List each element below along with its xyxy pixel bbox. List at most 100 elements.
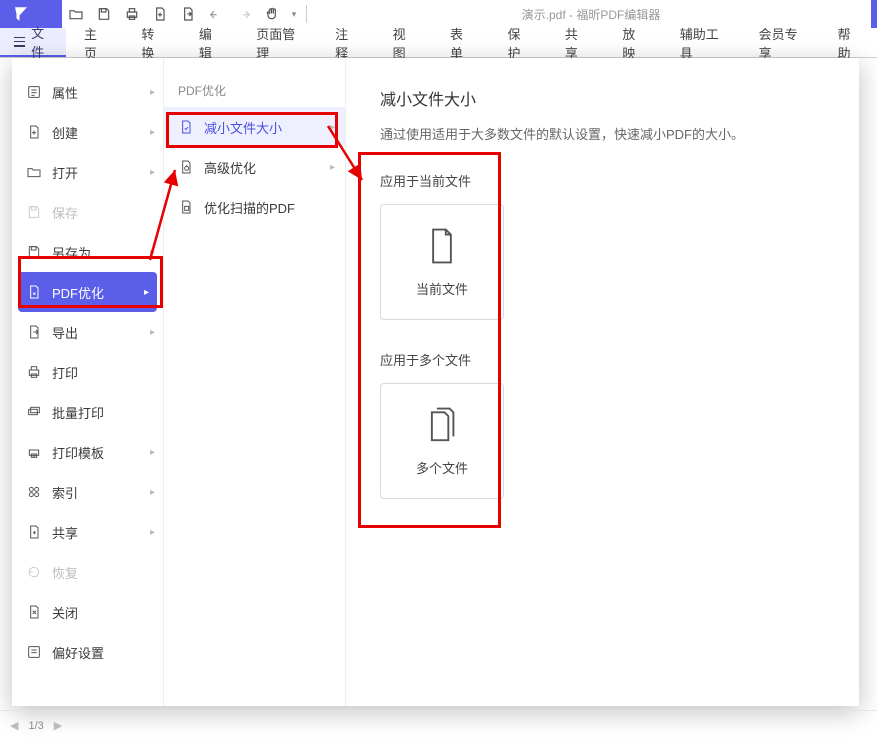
tab-help[interactable]: 帮助 [820,28,877,57]
save-as-icon [26,244,42,260]
tab-comment[interactable]: 注释 [317,28,374,57]
menu-label: 打开 [52,163,78,182]
chevron-right-icon: ▸ [150,487,155,498]
chevron-right-icon: ▸ [150,167,155,178]
tab-home[interactable]: 主页 [66,28,123,57]
document-title: 演示.pdf - 福昕PDF编辑器 [311,6,871,23]
multi-file-icon [426,406,458,444]
backstage-panel: 属性 ▸ 创建 ▸ 打开 ▸ 保存 另存为 ▸ PDF优化 ▸ [12,58,859,706]
menu-label: 恢复 [52,563,78,582]
panel-heading: 减小文件大小 [380,86,825,110]
submenu-reduce-size[interactable]: 减小文件大小 ▸ [164,107,345,147]
submenu-label: 减小文件大小 [204,118,282,137]
menu-label: 打印模板 [52,443,104,462]
save-icon [26,204,42,220]
app-logo [6,5,62,23]
tab-share[interactable]: 共享 [547,28,604,57]
doc-export-icon[interactable] [174,2,202,26]
file-menu-print-template[interactable]: 打印模板 ▸ [12,432,163,472]
chevron-right-icon: ▸ [150,87,155,98]
optimize-scanned-icon [178,199,194,215]
file-menu-close[interactable]: 关闭 [12,592,163,632]
submenu-label: 高级优化 [204,158,256,177]
single-file-icon [426,227,458,265]
menu-label: 属性 [52,83,78,102]
page-indicator[interactable]: 1/3 [28,720,43,732]
chevron-right-icon: ▸ [150,447,155,458]
file-menu-share[interactable]: 共享 ▸ [12,512,163,552]
save-icon[interactable] [90,2,118,26]
tab-accessibility[interactable]: 辅助工具 [662,28,741,57]
file-menu-export[interactable]: 导出 ▸ [12,312,163,352]
menu-label: 保存 [52,203,78,222]
file-menu-save-as[interactable]: 另存为 ▸ [12,232,163,272]
apply-multiple-files-button[interactable]: 多个文件 [380,383,504,499]
status-bar: ◀ 1/3 ▶ [0,710,877,740]
file-menu-properties[interactable]: 属性 ▸ [12,72,163,112]
file-menu-recover: 恢复 [12,552,163,592]
print-template-icon [26,444,42,460]
hand-icon[interactable] [258,2,286,26]
tab-page-manage[interactable]: 页面管理 [238,28,317,57]
file-menu-create[interactable]: 创建 ▸ [12,112,163,152]
undo-icon[interactable] [202,2,230,26]
quick-access-toolbar: ▾ [62,2,311,26]
file-menu-save: 保存 [12,192,163,232]
chevron-right-icon: ▸ [150,247,155,258]
page-nav-prev[interactable]: ◀ [10,719,18,732]
menu-label: 索引 [52,483,78,502]
divider [306,5,307,23]
recover-icon [26,564,42,580]
page-nav-next[interactable]: ▶ [54,719,62,732]
advanced-optimize-icon [178,159,194,175]
file-menu-batch-print[interactable]: 批量打印 [12,392,163,432]
redo-icon[interactable] [230,2,258,26]
file-menu-index[interactable]: 索引 ▸ [12,472,163,512]
create-icon [26,124,42,140]
file-menu-pdf-optimize[interactable]: PDF优化 ▸ [18,272,157,312]
print-icon [26,364,42,380]
submenu-advanced-optimize[interactable]: 高级优化 ▸ [164,147,345,187]
export-icon [26,324,42,340]
menu-label: 导出 [52,323,78,342]
chevron-right-icon: ▸ [330,162,335,173]
section-current-file-label: 应用于当前文件 [380,171,825,190]
share-icon [26,524,42,540]
reduce-size-panel: 减小文件大小 通过使用适用于大多数文件的默认设置，快速减小PDF的大小。 应用于… [346,58,859,706]
tab-edit[interactable]: 编辑 [181,28,238,57]
apply-current-file-button[interactable]: 当前文件 [380,204,504,320]
tab-form[interactable]: 表单 [432,28,489,57]
qat-dropdown-icon[interactable]: ▾ [286,2,302,26]
tab-view[interactable]: 视图 [375,28,432,57]
tab-present[interactable]: 放映 [604,28,661,57]
open-icon[interactable] [62,2,90,26]
menu-label: 创建 [52,123,78,142]
open-icon [26,164,42,180]
chevron-right-icon: ▸ [150,327,155,338]
submenu-optimize-scanned[interactable]: 优化扫描的PDF [164,187,345,227]
card-label: 当前文件 [416,279,468,298]
optimize-icon [26,284,42,300]
file-menu-print[interactable]: 打印 [12,352,163,392]
file-menu-open[interactable]: 打开 ▸ [12,152,163,192]
tab-convert[interactable]: 转换 [123,28,180,57]
chevron-right-icon: ▸ [144,287,149,298]
print-icon[interactable] [118,2,146,26]
menu-label: 打印 [52,363,78,382]
file-tab[interactable]: 文件 [0,28,66,57]
submenu-title: PDF优化 [164,72,345,107]
panel-description: 通过使用适用于大多数文件的默认设置，快速减小PDF的大小。 [380,124,825,143]
ribbon-tabs: 文件 主页 转换 编辑 页面管理 注释 视图 表单 保护 共享 放映 辅助工具 … [0,28,877,58]
menu-icon [14,37,25,47]
tab-protect[interactable]: 保护 [489,28,546,57]
file-menu-preferences[interactable]: 偏好设置 [12,632,163,672]
file-menu-column: 属性 ▸ 创建 ▸ 打开 ▸ 保存 另存为 ▸ PDF优化 ▸ [12,58,164,706]
tab-vip[interactable]: 会员专享 [741,28,820,57]
card-label: 多个文件 [416,458,468,477]
properties-icon [26,84,42,100]
doc-plus-icon[interactable] [146,2,174,26]
submenu-label: 优化扫描的PDF [204,198,295,217]
chevron-right-icon: ▸ [330,122,335,133]
chevron-right-icon: ▸ [150,527,155,538]
menu-label: 共享 [52,523,78,542]
